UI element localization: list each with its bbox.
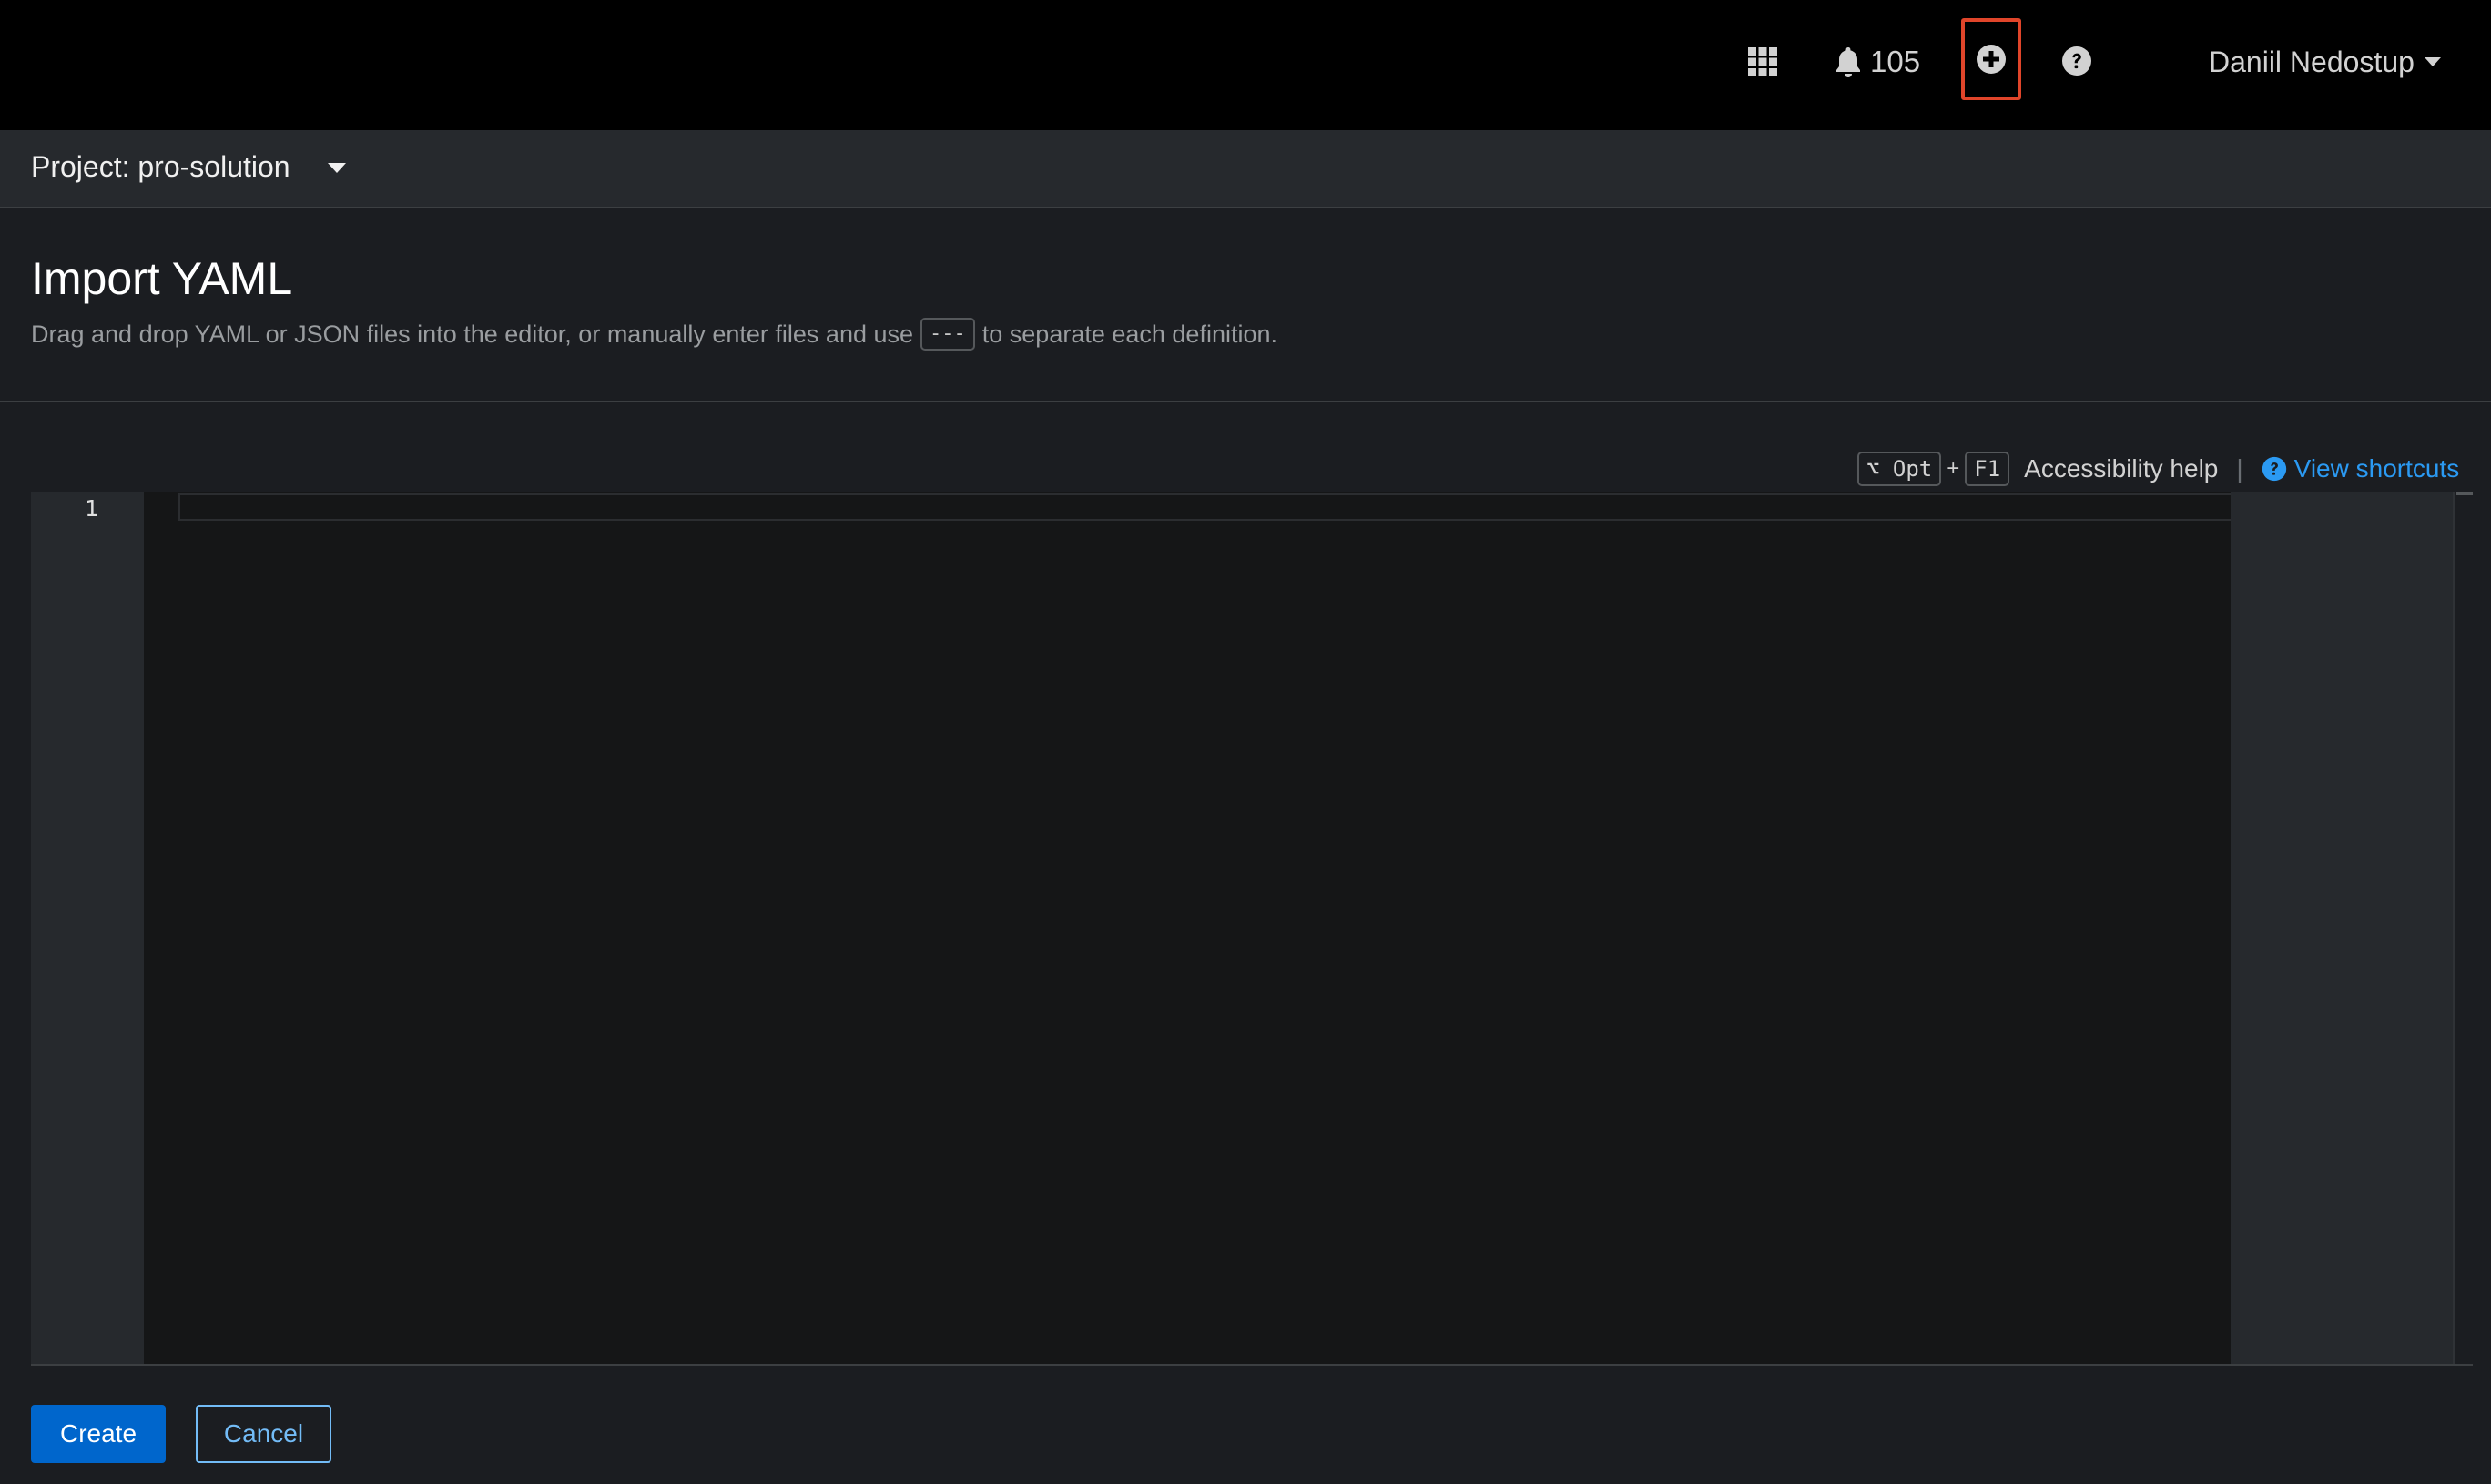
cancel-button[interactable]: Cancel — [196, 1405, 331, 1463]
masthead: 105 Daniil Nedostup — [0, 0, 2491, 130]
view-shortcuts-button[interactable]: View shortcuts — [2262, 454, 2460, 483]
create-button[interactable]: Create — [31, 1405, 166, 1463]
user-name: Daniil Nedostup — [2209, 45, 2415, 78]
separator-code: --- — [920, 318, 975, 351]
scrollbar-thumb[interactable] — [2456, 492, 2473, 495]
plus-circle-icon — [1977, 45, 2006, 74]
grid-icon — [1748, 47, 1777, 76]
page-description: Drag and drop YAML or JSON files into th… — [31, 318, 1277, 351]
editor-scrollbar[interactable] — [2453, 492, 2473, 1364]
project-selector[interactable]: Project: pro-solution — [31, 150, 347, 184]
notification-count: 105 — [1870, 45, 1921, 78]
view-shortcuts-label: View shortcuts — [2293, 454, 2460, 483]
caret-down-icon — [327, 162, 346, 173]
description-text-end: to separate each definition. — [981, 320, 1277, 348]
page-title: Import YAML — [31, 253, 293, 304]
question-circle-icon — [2262, 456, 2286, 482]
editor-minimap[interactable] — [2231, 492, 2453, 1364]
caret-down-icon — [2424, 57, 2441, 66]
keyboard-key-opt: ⌥ Opt — [1857, 452, 1942, 486]
app-launcher-button[interactable] — [1746, 46, 1779, 78]
current-line-highlight[interactable] — [178, 493, 2231, 521]
code-input-area[interactable] — [144, 492, 2231, 1364]
help-button[interactable] — [2061, 46, 2092, 76]
accessibility-help-label: Accessibility help — [2024, 454, 2219, 483]
project-bar: Project: pro-solution — [0, 130, 2491, 208]
editor-toolbar: ⌥ Opt + F1 Accessibility help | View sho… — [1857, 450, 2459, 488]
line-number-gutter: 1 — [31, 492, 144, 1364]
quick-create-button[interactable] — [1961, 18, 2021, 100]
line-number: 1 — [84, 495, 98, 522]
yaml-editor[interactable]: 1 — [31, 492, 2473, 1366]
question-circle-icon — [2062, 46, 2091, 76]
toolbar-divider: | — [2236, 454, 2243, 483]
bell-icon — [1836, 47, 1860, 77]
notifications-button[interactable]: 105 — [1834, 42, 1920, 82]
page-header: Import YAML Drag and drop YAML or JSON f… — [0, 210, 2491, 402]
key-plus: + — [1947, 456, 1960, 481]
description-text-start: Drag and drop YAML or JSON files into th… — [31, 320, 914, 348]
keyboard-key-f1: F1 — [1965, 452, 2010, 486]
project-label: Project: pro-solution — [31, 150, 290, 183]
user-menu-toggle[interactable]: Daniil Nedostup — [2209, 40, 2442, 84]
